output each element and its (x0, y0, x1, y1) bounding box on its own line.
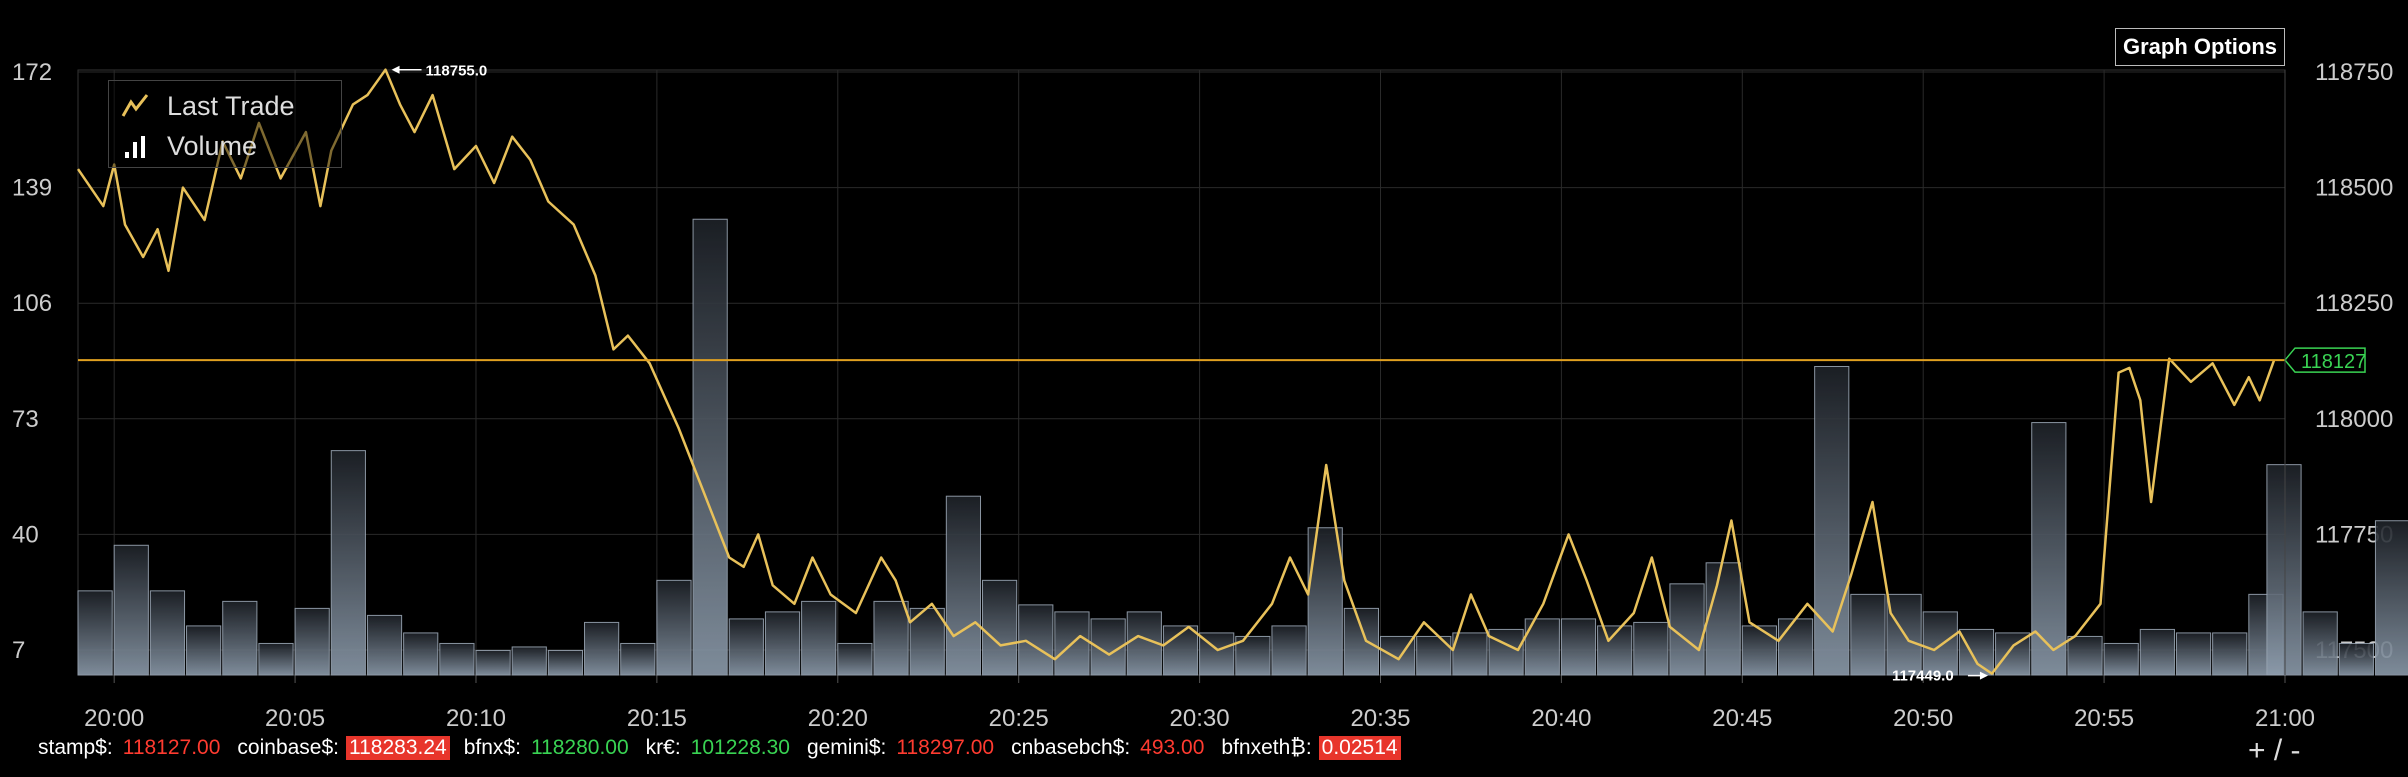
volume-bar (1741, 625, 1777, 676)
volume-bar (2175, 632, 2212, 676)
y-left-tick-label: 40 (12, 521, 39, 548)
exchange-ticker-bar: stamp$: 118127.00 coinbase$: 118283.24 bfn… (38, 734, 1415, 762)
volume-bar (801, 600, 837, 676)
ticker-bfnx[interactable]: bfnx$: 118280.00 (464, 736, 632, 760)
volume-bar (294, 607, 330, 676)
ticker-coinbase[interactable]: coinbase$: 118283.24 (237, 736, 450, 760)
bar-chart-icon (125, 136, 145, 158)
volume-bar (475, 649, 511, 676)
x-tick-label: 21:00 (2255, 705, 2315, 732)
y-left-tick-label: 106 (12, 290, 52, 317)
low-label: 117449.0 (1892, 668, 1954, 685)
volume-bar (2067, 635, 2103, 676)
volume-bar (945, 495, 982, 676)
volume-bar (837, 642, 873, 676)
volume-bar (764, 611, 801, 676)
ticker-value: 118283.24 (346, 736, 450, 760)
ticker-kraken[interactable]: kr€: 101228.30 (646, 736, 793, 760)
high-label: 118755.0 (426, 63, 488, 80)
volume-bar (511, 646, 547, 676)
x-tick-label: 20:45 (1712, 705, 1772, 732)
volume-bar (2212, 632, 2248, 676)
volume-bar (149, 590, 186, 676)
volume-bar (186, 625, 222, 676)
volume-bar (222, 600, 258, 676)
x-tick-label: 20:00 (84, 705, 144, 732)
ticker-value: 118280.00 (530, 736, 629, 759)
chart-legend: Last Trade Volume (108, 80, 342, 168)
volume-bar (1343, 607, 1379, 676)
volume-bar (403, 632, 439, 676)
legend-item-volume[interactable]: Volume (121, 129, 257, 163)
volume-bar (2302, 611, 2338, 676)
ticker-value: 118127.00 (122, 736, 221, 759)
x-tick-label: 20:30 (1170, 705, 1230, 732)
y-right-tick-label: 118500 (2315, 175, 2393, 202)
ticker-stamp[interactable]: stamp$: 118127.00 (38, 736, 223, 760)
y-left-tick-label: 7 (12, 637, 25, 664)
volume-bar (728, 618, 764, 676)
volume-bar (656, 579, 692, 676)
volume-bar (2139, 628, 2175, 676)
legend-item-last-trade[interactable]: Last Trade (121, 89, 295, 123)
volume-bar (1705, 562, 1741, 676)
volume-bar (1777, 618, 1814, 676)
ticker-value: 493.00 (1140, 736, 1205, 759)
y-right-tick-label: 118250 (2315, 290, 2393, 317)
volume-bar (584, 621, 620, 676)
x-tick-label: 20:55 (2074, 705, 2134, 732)
volume-bar (1922, 611, 1958, 676)
volume-bar (1452, 632, 1488, 676)
volume-bar (2266, 464, 2302, 676)
x-tick-label: 20:20 (808, 705, 868, 732)
price-volume-chart: 7117500401177507311800010611825013911850… (12, 59, 2408, 732)
volume-bar (1633, 621, 1669, 676)
y-left-tick-label: 139 (12, 175, 52, 202)
y-left-tick-label: 73 (12, 406, 39, 433)
volume-bar (873, 600, 909, 676)
legend-label-last-trade: Last Trade (167, 90, 295, 121)
volume-bar (2031, 422, 2067, 676)
ticker-gemini[interactable]: gemini$: 118297.00 (807, 736, 997, 760)
volume-bar (113, 544, 149, 676)
y-left-tick-label: 172 (12, 59, 52, 86)
line-chart-icon (121, 94, 149, 117)
x-tick-label: 20:35 (1350, 705, 1410, 732)
volume-bar (258, 642, 294, 676)
current-price-label: 118127 (2301, 351, 2366, 373)
x-tick-label: 20:25 (989, 705, 1049, 732)
x-tick-label: 20:15 (627, 705, 687, 732)
x-tick-label: 20:10 (446, 705, 506, 732)
volume-bar (2338, 642, 2374, 676)
volume-bar (2374, 520, 2408, 676)
volume-bar (620, 642, 656, 676)
volume-bar (547, 649, 584, 676)
x-tick-label: 20:50 (1893, 705, 1953, 732)
volume-bar (1488, 628, 1524, 676)
y-right-tick-label: 118000 (2315, 406, 2393, 433)
volume-bar (2103, 642, 2139, 676)
volume-bar (1271, 625, 1307, 676)
ticker-value: 101228.30 (690, 736, 790, 759)
volume-bar (439, 642, 475, 676)
volume-bar (77, 590, 113, 676)
legend-label-volume: Volume (167, 130, 258, 161)
plot-area (77, 69, 2286, 676)
volume-bar (330, 450, 366, 676)
ticker-bfnxeth[interactable]: bfnxeth₿: 0.02514 (1221, 736, 1401, 760)
x-tick-label: 20:05 (265, 705, 325, 732)
volume-bar (366, 614, 403, 676)
graph-options-button[interactable]: Graph Options (2115, 28, 2285, 66)
ticker-value: 0.02514 (1318, 736, 1401, 760)
x-tick-label: 20:40 (1531, 705, 1591, 732)
volume-bar (692, 218, 728, 676)
ticker-cnbasebch[interactable]: cnbasebch$: 493.00 (1011, 736, 1207, 760)
volume-bar (982, 579, 1018, 676)
zoom-control[interactable]: + / - (2248, 734, 2301, 768)
ticker-value: 118297.00 (896, 736, 995, 759)
y-right-tick-label: 118750 (2315, 59, 2393, 86)
volume-bar (1850, 593, 1886, 676)
volume-bar (1958, 628, 1995, 676)
volume-bar (1560, 618, 1597, 676)
